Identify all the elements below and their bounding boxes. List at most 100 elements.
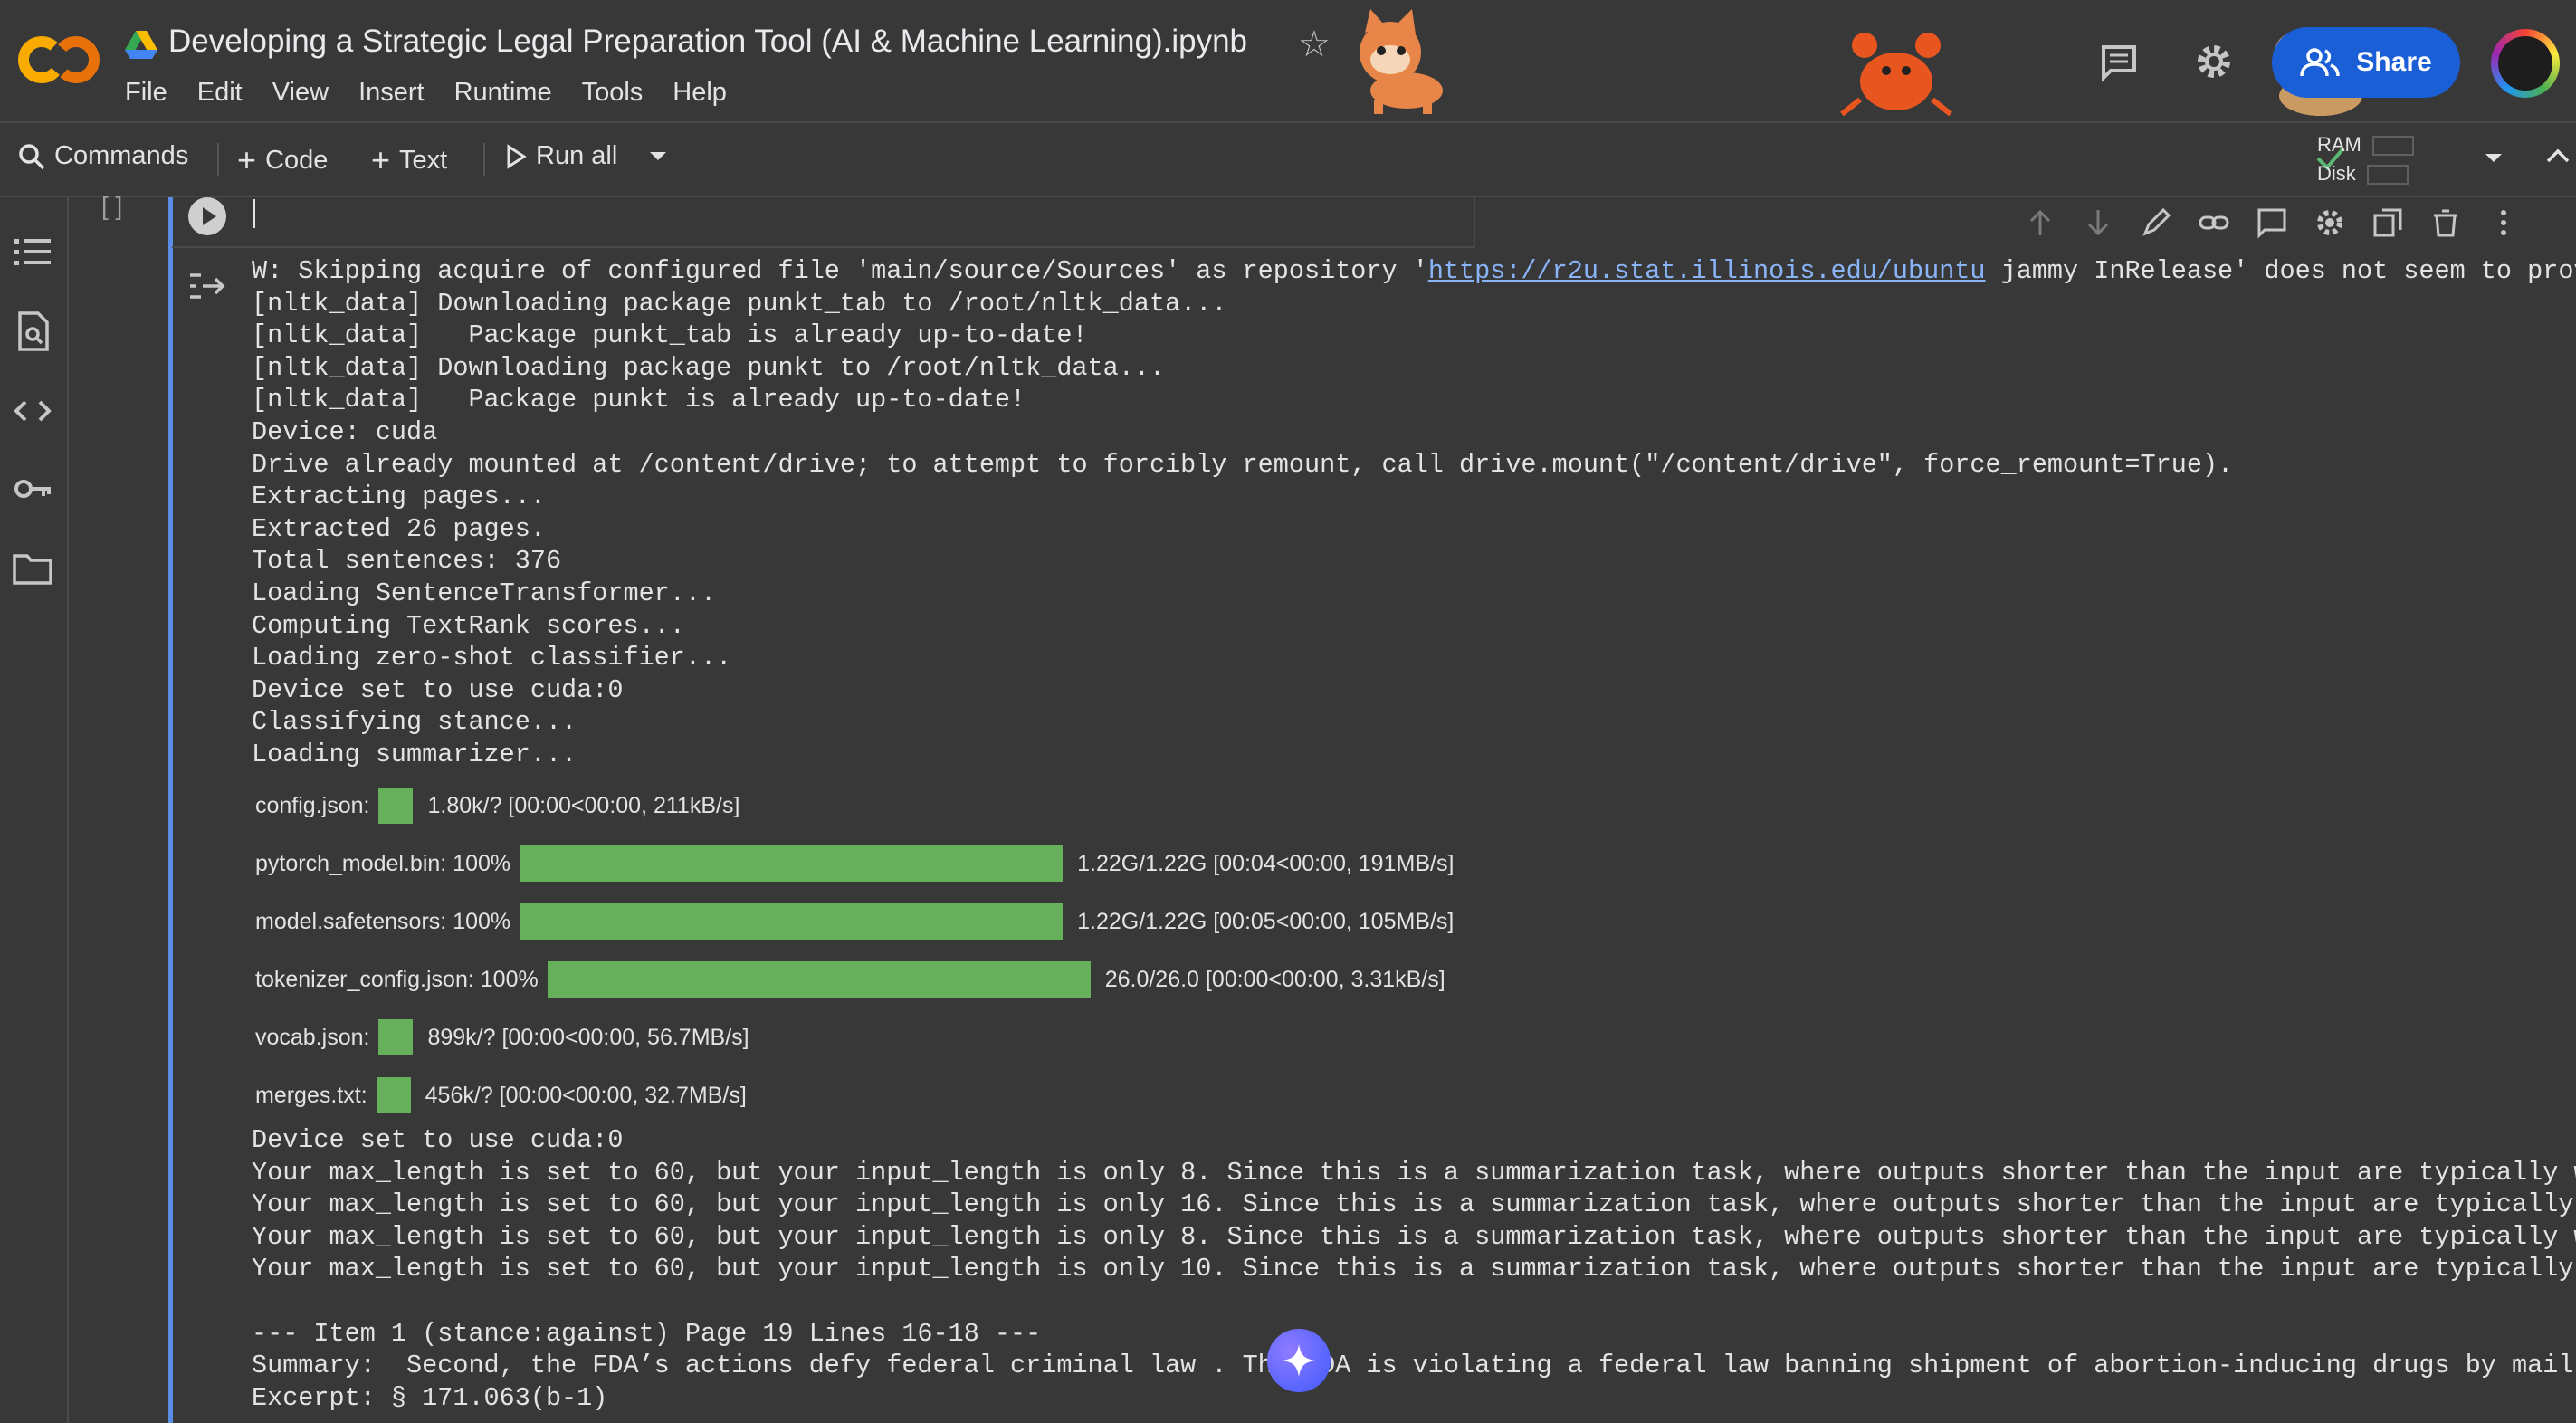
- output-line: Loading summarizer...: [252, 739, 577, 769]
- commands-button[interactable]: Commands: [18, 141, 188, 171]
- download-progress-config: config.json: 1.80k/? [00:00<00:00, 211kB…: [255, 788, 739, 824]
- output-line: Computing TextRank scores...: [252, 610, 685, 641]
- output-line: Device: cuda: [252, 416, 438, 447]
- menu-edit[interactable]: Edit: [197, 78, 243, 108]
- output-line: Loading zero-shot classifier...: [252, 643, 732, 673]
- progress-label: tokenizer_config.json: 100%: [255, 966, 539, 992]
- caret-down-icon: [650, 152, 666, 160]
- code-label: Code: [265, 145, 329, 175]
- progress-label: merges.txt:: [255, 1082, 367, 1108]
- progress-bar: [520, 845, 1064, 882]
- progress-label: pytorch_model.bin: 100%: [255, 850, 511, 876]
- collapse-chevron-icon[interactable]: [2545, 147, 2571, 169]
- commands-label: Commands: [54, 141, 189, 170]
- add-text-button[interactable]: + Text: [371, 141, 447, 179]
- output-line: Your max_length is set to 60, but your i…: [252, 1189, 2574, 1220]
- output-line: Drive already mounted at /content/drive;…: [252, 449, 2234, 480]
- toolbar-divider: [217, 143, 219, 176]
- comment-icon[interactable]: [2256, 206, 2288, 239]
- download-progress-vocab: vocab.json: 899k/? [00:00<00:00, 56.7MB/…: [255, 1019, 749, 1055]
- toolbar-divider: [483, 143, 485, 176]
- output-line: [nltk_data] Package punkt_tab is already…: [252, 320, 1088, 351]
- code-snippets-icon[interactable]: [11, 389, 54, 433]
- notebook-toolbar: Commands + Code + Text Run all RAM Disk: [0, 123, 2576, 197]
- output-line: Your max_length is set to 60, but your i…: [252, 1254, 2574, 1285]
- output-line: Extracted 26 pages.: [252, 513, 546, 544]
- notebook-title[interactable]: Developing a Strategic Legal Preparation…: [168, 24, 1247, 60]
- run-all-button[interactable]: Run all: [505, 141, 617, 171]
- cell-output-continued: Device set to use cuda:0 Your max_length …: [252, 1124, 2576, 1414]
- gemini-sparkle-icon[interactable]: [1267, 1329, 1331, 1392]
- add-code-button[interactable]: + Code: [237, 141, 328, 179]
- ram-bar: [2371, 136, 2414, 157]
- progress-stat: 899k/? [00:00<00:00, 56.7MB/s]: [427, 1024, 749, 1050]
- search-icon: [19, 143, 45, 169]
- plus-icon: +: [371, 141, 391, 178]
- output-line: W: Skipping acquire of configured file '…: [252, 255, 2576, 288]
- avatar[interactable]: [2491, 29, 2560, 98]
- secrets-key-icon[interactable]: [11, 467, 54, 511]
- crab-sticker: [1837, 27, 1955, 121]
- files-folder-icon[interactable]: [11, 547, 54, 590]
- text-label: Text: [399, 145, 448, 175]
- star-icon[interactable]: ☆: [1298, 24, 1331, 65]
- settings-icon[interactable]: [2314, 206, 2346, 239]
- mirror-cell-icon[interactable]: [2371, 206, 2404, 239]
- menu-insert[interactable]: Insert: [358, 78, 425, 108]
- output-line: [nltk_data] Downloading package punkt to…: [252, 352, 1166, 383]
- output-line: Device set to use cuda:0: [252, 674, 624, 705]
- progress-stat: 1.80k/? [00:00<00:00, 211kB/s]: [427, 792, 740, 818]
- output-line: Summary: Second, the FDA’s actions defy …: [252, 1351, 2574, 1381]
- download-progress-tokenizer-config: tokenizer_config.json: 100% 26.0/26.0 [0…: [255, 961, 1445, 998]
- delete-icon[interactable]: [2429, 206, 2462, 239]
- progress-stat: 26.0/26.0 [00:00<00:00, 3.31kB/s]: [1104, 966, 1445, 992]
- output-line: Extracting pages...: [252, 482, 546, 512]
- header-bar: Developing a Strategic Legal Preparation…: [0, 0, 2576, 123]
- cat-sticker: [1336, 9, 1472, 118]
- edit-icon[interactable]: [2140, 206, 2172, 239]
- editor-divider: [1474, 197, 1475, 248]
- link-icon[interactable]: [2198, 206, 2230, 239]
- progress-label: config.json:: [255, 792, 370, 818]
- cell-toolbar: [2024, 206, 2520, 239]
- left-sidebar: [0, 197, 69, 1423]
- disk-bar: [2366, 165, 2409, 186]
- gear-icon[interactable]: [2192, 40, 2236, 83]
- warning-text: W: Skipping acquire of configured file '…: [252, 256, 1428, 286]
- runtime-dropdown-icon[interactable]: [2484, 152, 2504, 169]
- run-cell-button[interactable]: [188, 197, 226, 235]
- menu-bar: File Edit View Insert Runtime Tools Help: [125, 78, 757, 108]
- output-actions-icon[interactable]: [186, 268, 228, 306]
- progress-bar: [520, 903, 1064, 940]
- comment-icon[interactable]: [2098, 42, 2140, 83]
- output-line: Total sentences: 376: [252, 546, 562, 577]
- output-line: Excerpt: § 171.063(b-1): [252, 1382, 608, 1413]
- menu-view[interactable]: View: [272, 78, 329, 108]
- output-line: --- Item 1 (stance:against) Page 19 Line…: [252, 1318, 1042, 1349]
- share-button[interactable]: Share: [2272, 27, 2460, 98]
- google-drive-icon[interactable]: [125, 31, 157, 60]
- menu-runtime[interactable]: Runtime: [454, 78, 552, 108]
- output-line: Your max_length is set to 60, but your i…: [252, 1221, 2576, 1252]
- people-icon: [2300, 48, 2341, 77]
- progress-label: vocab.json:: [255, 1024, 370, 1050]
- more-icon[interactable]: [2487, 206, 2520, 239]
- menu-help[interactable]: Help: [673, 78, 727, 108]
- toc-icon[interactable]: [11, 230, 54, 273]
- find-icon[interactable]: [11, 310, 54, 353]
- progress-bar: [376, 1077, 411, 1113]
- progress-label: model.safetensors: 100%: [255, 908, 511, 934]
- run-all-dropdown[interactable]: [648, 150, 668, 163]
- download-progress-safetensors: model.safetensors: 100% 1.22G/1.22G [00:…: [255, 903, 1454, 940]
- editor-caret: [253, 199, 255, 228]
- repository-link[interactable]: https://r2u.stat.illinois.edu/ubuntu: [1428, 256, 1986, 286]
- progress-bar: [378, 1019, 414, 1055]
- menu-tools[interactable]: Tools: [582, 78, 644, 108]
- menu-file[interactable]: File: [125, 78, 167, 108]
- colab-logo[interactable]: [18, 27, 100, 91]
- move-up-icon[interactable]: [2024, 206, 2056, 239]
- progress-stat: 1.22G/1.22G [00:04<00:00, 191MB/s]: [1077, 850, 1455, 876]
- move-down-icon[interactable]: [2082, 206, 2114, 239]
- resource-monitor[interactable]: RAM Disk: [2317, 130, 2414, 188]
